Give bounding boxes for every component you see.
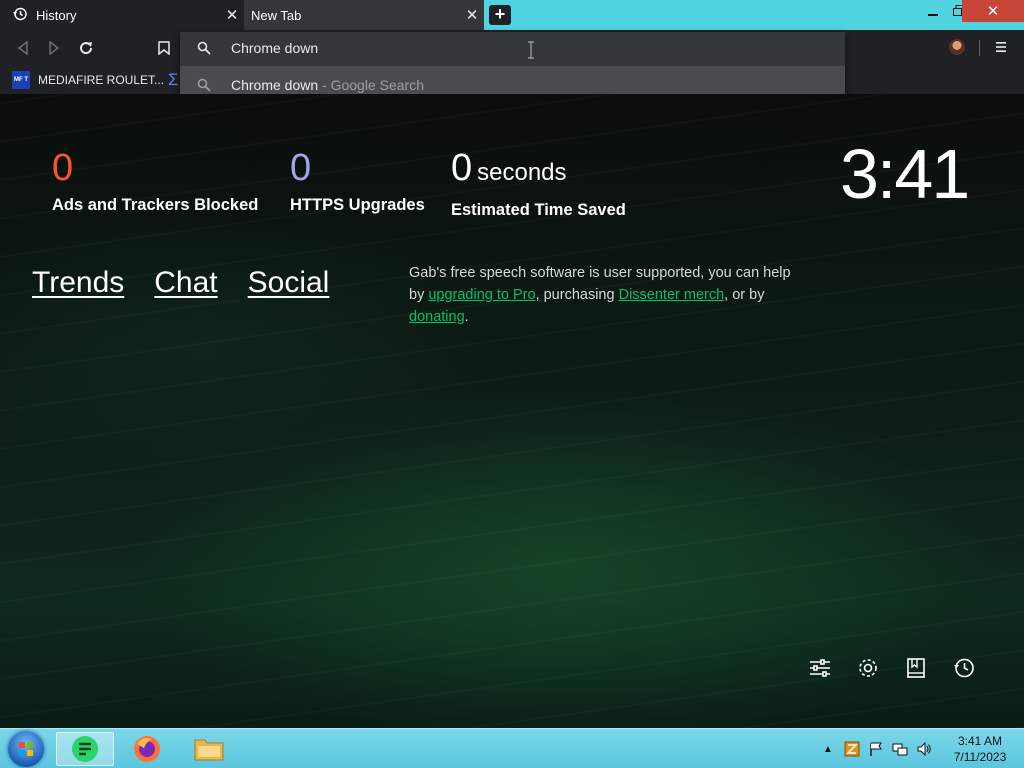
customize-icon[interactable] <box>808 656 832 680</box>
gab-text: . <box>464 309 469 325</box>
stat-unit: seconds <box>477 159 567 186</box>
stat-label: Ads and Trackers Blocked <box>52 196 259 214</box>
link-upgrade-pro[interactable]: upgrading to Pro <box>428 287 535 303</box>
tab-title: New Tab <box>251 7 302 23</box>
search-icon <box>197 41 211 55</box>
taskbar-time: 3:41 AM <box>957 734 1003 748</box>
bookmark-mediafire[interactable]: MF T MEDIAFIRE ROULET... <box>12 71 164 89</box>
close-tab-icon[interactable]: ✕ <box>220 6 244 24</box>
taskbar-clock[interactable]: 3:41 AM 7/11/2023 <box>948 733 1012 765</box>
tab-new-tab[interactable]: New Tab ✕ <box>244 0 484 30</box>
close-window-icon[interactable]: ✕ <box>962 0 1024 22</box>
reload-icon[interactable] <box>77 39 95 57</box>
menu-icon[interactable] <box>994 40 1008 56</box>
gab-text: , or by <box>724 287 765 303</box>
link-donating[interactable]: donating <box>409 309 465 325</box>
stat-https-upgrades: 0 HTTPS Upgrades <box>290 146 425 215</box>
taskbar: ▲ 3:41 AM 7/11/2023 <box>0 728 1024 768</box>
suggestion-suffix: - Google Search <box>318 77 424 93</box>
address-input[interactable]: Chrome down <box>231 40 318 56</box>
stat-time-saved: 0 seconds Estimated Time Saved <box>451 146 626 220</box>
settings-icon[interactable] <box>856 656 880 680</box>
bookmark-label: MEDIAFIRE ROULET... <box>38 73 165 87</box>
toolbar-divider <box>979 40 980 56</box>
tab-history[interactable]: History ✕ <box>0 0 244 30</box>
link-trends[interactable]: Trends <box>32 266 124 300</box>
stat-ads-blocked: 0 Ads and Trackers Blocked <box>52 146 258 215</box>
gab-support-message: Gab's free speech software is user suppo… <box>409 262 809 328</box>
suggestion-text: Chrome down - Google Search <box>231 77 424 93</box>
stat-value: 0 <box>290 147 312 189</box>
gab-text: , purchasing <box>535 287 619 303</box>
tab-title: History <box>36 7 77 23</box>
volume-icon[interactable] <box>916 741 932 757</box>
link-chat[interactable]: Chat <box>154 266 217 300</box>
page-clock: 3:41 <box>840 135 970 213</box>
stat-value: 0 <box>52 147 74 189</box>
taskbar-date: 7/11/2023 <box>953 750 1007 764</box>
close-tab-icon[interactable]: ✕ <box>460 6 484 24</box>
stat-label: HTTPS Upgrades <box>290 196 425 214</box>
network-icon[interactable] <box>892 741 908 757</box>
avatar[interactable] <box>949 39 965 55</box>
stat-label: Estimated Time Saved <box>451 201 626 219</box>
forward-icon[interactable] <box>45 39 63 57</box>
mediafire-favicon-icon: MF T <box>12 71 30 89</box>
bookmarks-icon[interactable] <box>904 656 928 680</box>
file-explorer-icon[interactable] <box>180 732 238 766</box>
notes-app-icon[interactable] <box>56 732 114 766</box>
address-bar[interactable]: Chrome down <box>180 32 845 66</box>
action-center-flag-icon[interactable] <box>868 741 884 757</box>
system-tray: ▲ <box>820 741 932 757</box>
stat-value: 0 <box>451 147 473 189</box>
top-links: Trends Chat Social <box>32 266 329 300</box>
text-cursor-icon <box>528 41 534 59</box>
link-social[interactable]: Social <box>248 266 330 300</box>
search-icon <box>197 78 211 92</box>
back-icon[interactable] <box>14 39 32 57</box>
history-icon[interactable] <box>952 656 976 680</box>
new-tab-page: 0 Ads and Trackers Blocked 0 HTTPS Upgra… <box>0 94 1024 728</box>
tray-app-icon[interactable] <box>844 741 860 757</box>
show-hidden-icons-icon[interactable]: ▲ <box>820 741 836 757</box>
tab-strip: History ✕ New Tab ✕ + ✕ <box>0 0 1024 30</box>
start-button[interactable] <box>8 731 44 767</box>
firefox-icon[interactable] <box>118 732 176 766</box>
link-dissenter-merch[interactable]: Dissenter merch <box>619 287 725 303</box>
new-tab-button[interactable]: + <box>489 5 511 25</box>
bookmark-sigma-icon[interactable]: Σ <box>168 70 179 90</box>
suggestion-query: Chrome down <box>231 77 319 93</box>
history-icon <box>12 6 30 24</box>
bookmark-icon[interactable] <box>155 39 173 57</box>
